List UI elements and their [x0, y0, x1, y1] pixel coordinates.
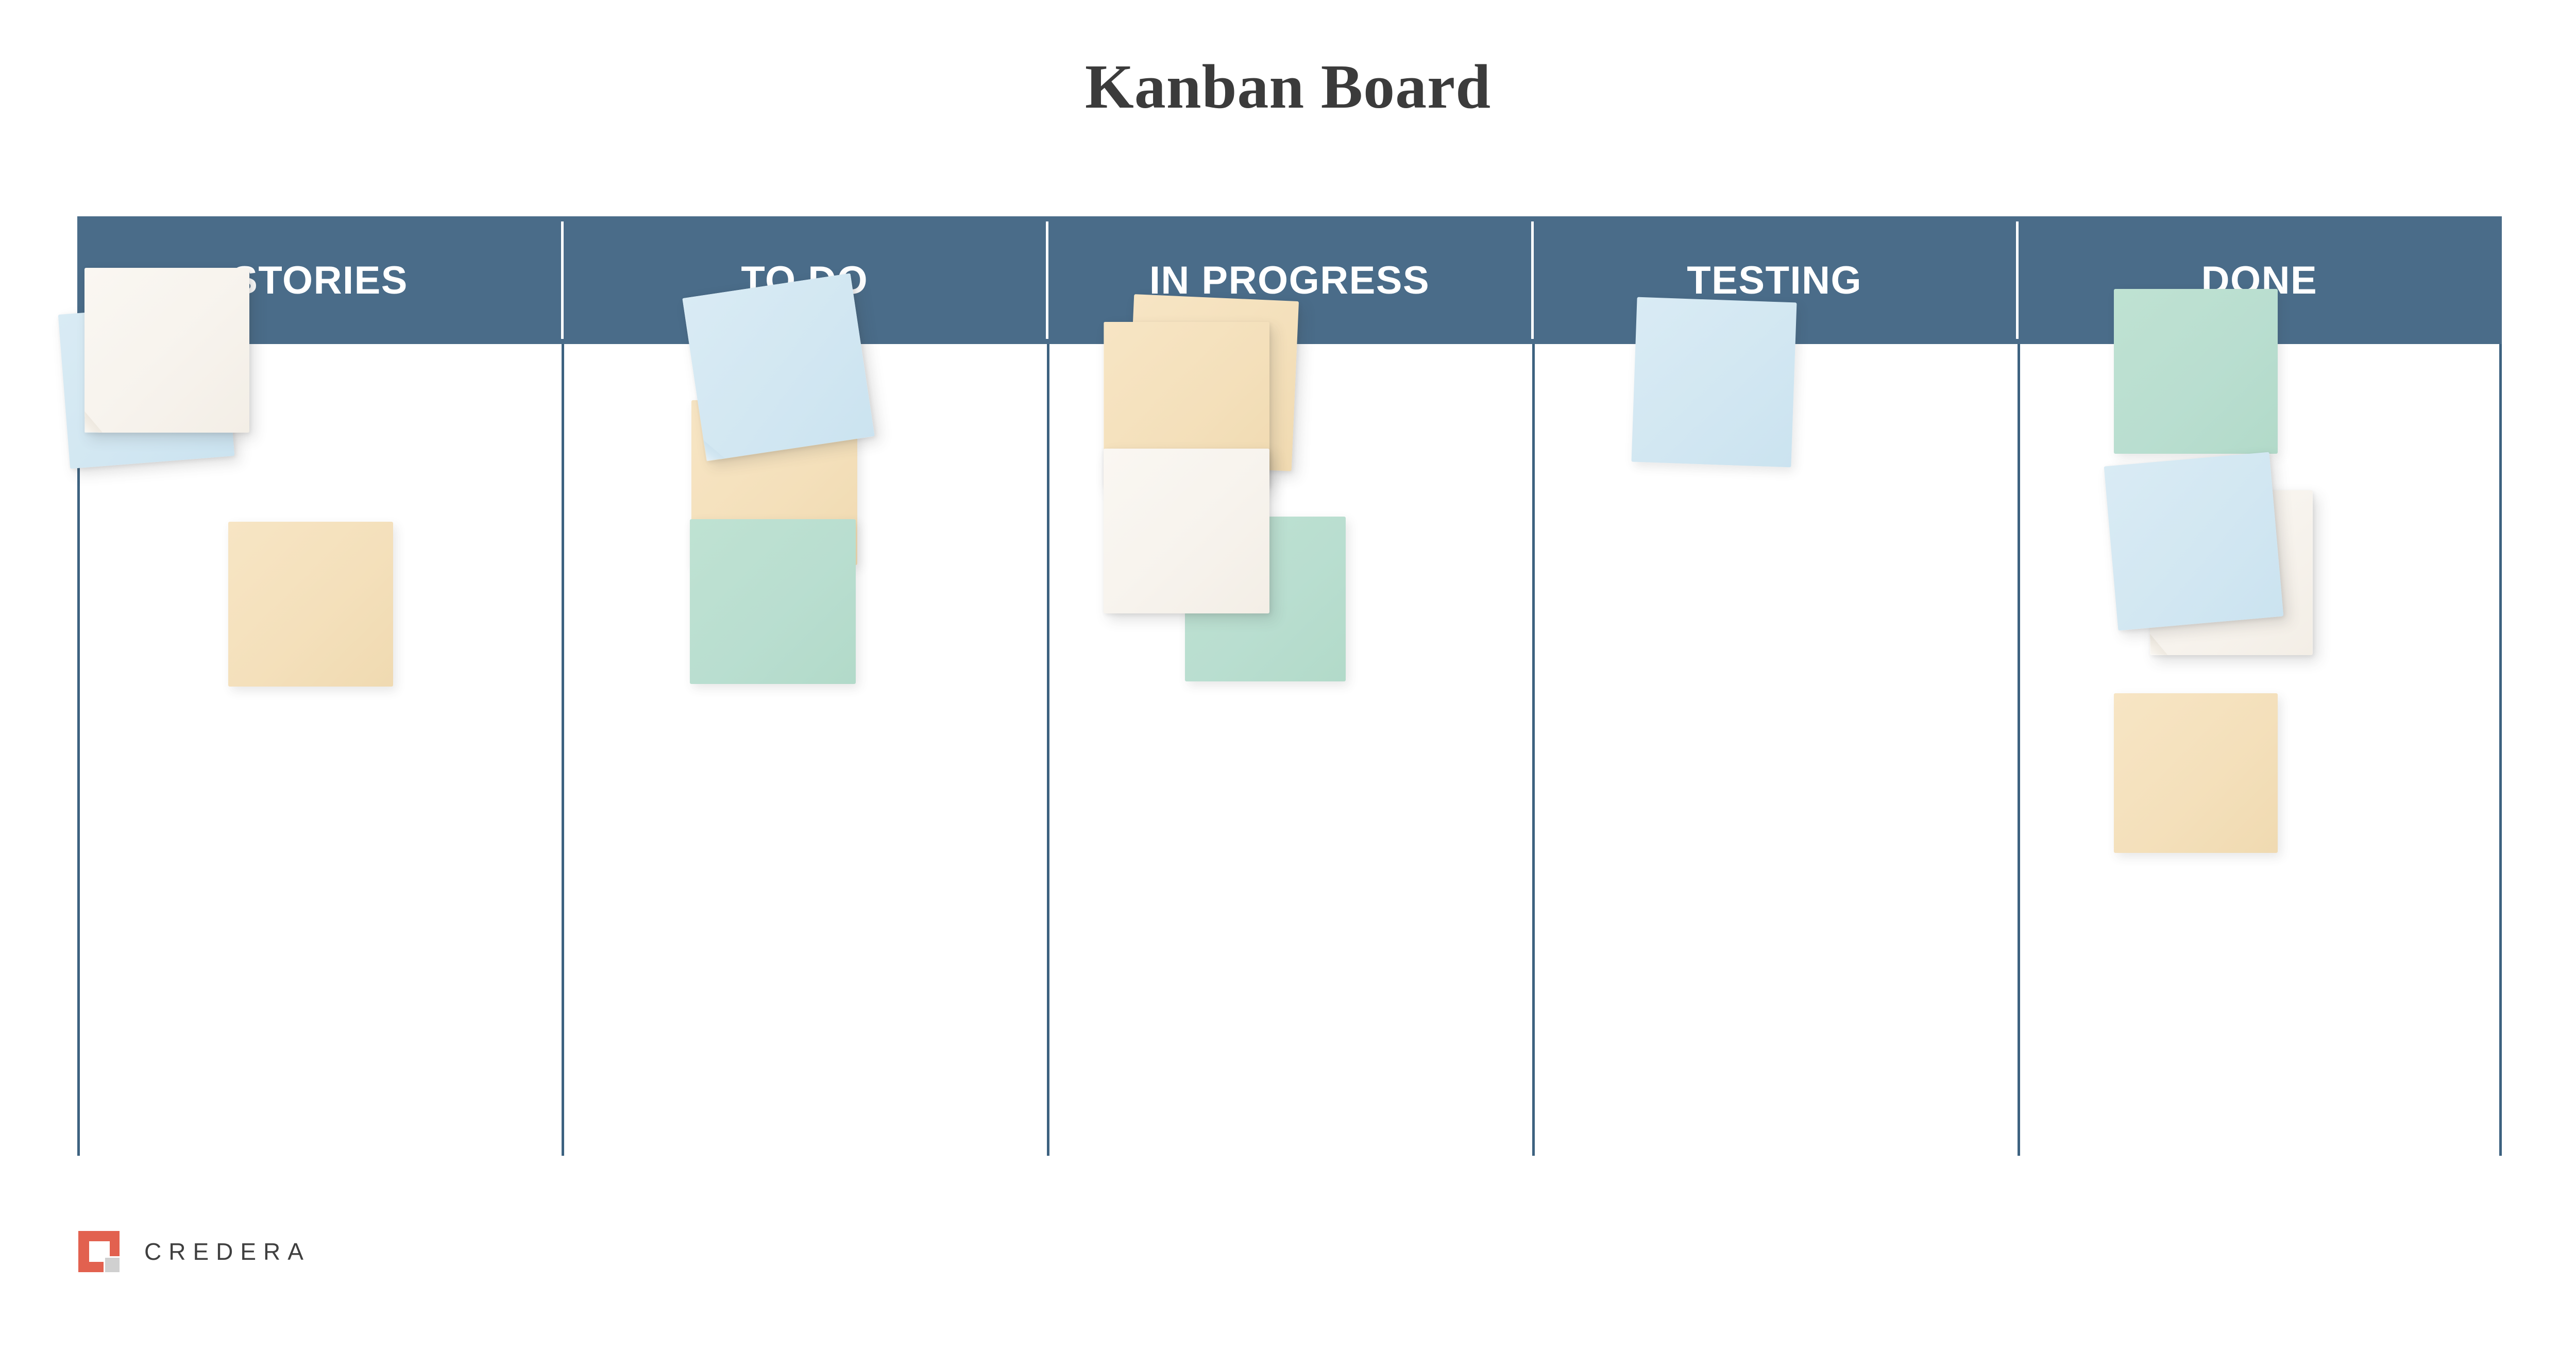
sticky-note-surface — [682, 273, 875, 461]
column-body-testing[interactable] — [1532, 297, 2017, 1155]
page-title: Kanban Board — [1084, 52, 1492, 122]
credera-logo[interactable]: CREDERA — [78, 1231, 311, 1272]
sticky-note-cream[interactable] — [1104, 449, 1270, 613]
sticky-note-cream[interactable] — [84, 268, 249, 433]
sticky-note-blue[interactable] — [682, 273, 875, 461]
column-body-done[interactable] — [2017, 289, 2502, 1155]
sticky-note-surface — [690, 519, 856, 684]
column-body-in-progress[interactable] — [1047, 294, 1532, 1155]
column-body-stories[interactable] — [58, 268, 562, 1155]
sticky-note-tan[interactable] — [228, 522, 393, 687]
logo-gray-accent-shape — [104, 1256, 120, 1272]
sticky-note-blue[interactable] — [2104, 452, 2284, 631]
sticky-note-green[interactable] — [690, 519, 856, 684]
sticky-note-tan[interactable] — [2113, 693, 2278, 853]
sticky-note-green[interactable] — [2113, 289, 2278, 454]
column-header-label: TESTING — [1687, 258, 1862, 302]
column-header-label: STORIES — [231, 258, 408, 302]
board-body — [58, 268, 2502, 1155]
column-body-todo[interactable] — [562, 344, 1047, 1155]
sticky-note-surface — [1104, 449, 1270, 613]
sticky-note-surface — [1631, 297, 1797, 468]
sticky-note-surface — [2113, 289, 2278, 454]
credera-logo-mark-icon — [78, 1231, 120, 1272]
sticky-note-surface — [2104, 452, 2284, 631]
sticky-note-blue[interactable] — [1631, 297, 1797, 468]
kanban-board: STORIES TO DO IN PROGRESS TESTING DONE — [58, 216, 2502, 1156]
column-header-label: IN PROGRESS — [1149, 258, 1430, 302]
credera-wordmark: CREDERA — [144, 1238, 311, 1265]
sticky-note-surface — [84, 268, 249, 433]
sticky-note-surface — [228, 522, 393, 687]
sticky-note-surface — [2113, 693, 2278, 853]
